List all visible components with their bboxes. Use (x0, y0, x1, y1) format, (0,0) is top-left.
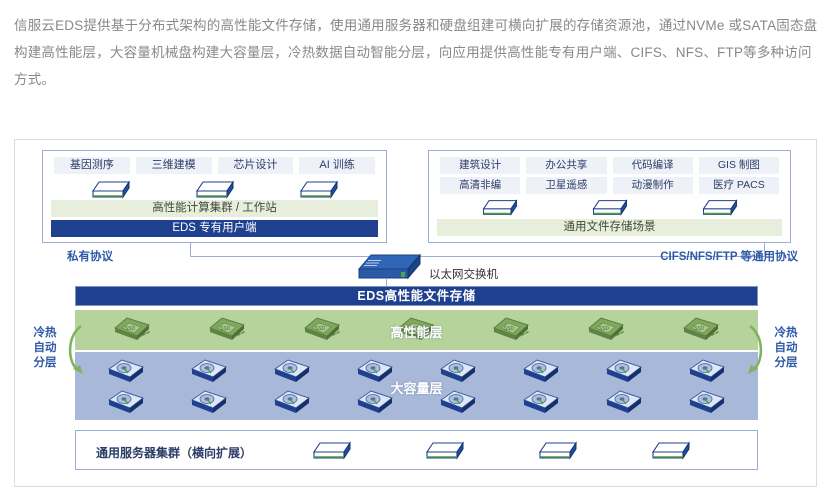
performance-tier-label: 高性能层 (390, 325, 443, 340)
eds-client-band: EDS 专有用户端 (51, 220, 378, 237)
capacity-tier-label: 大容量层 (390, 381, 443, 396)
scenario-tag[interactable]: 动漫制作 (612, 177, 693, 194)
server-icon (426, 441, 465, 460)
server-icon (702, 199, 737, 216)
scenario-tag[interactable]: 卫星遥感 (526, 177, 607, 194)
ethernet-switch-icon (357, 253, 422, 280)
tiering-line: 自动 (774, 342, 798, 354)
left-tag-row: 基因测序 三维建模 芯片设计 AI 训练 (43, 157, 386, 174)
cluster-server-row (276, 439, 727, 463)
server-icon (482, 199, 517, 216)
scenario-tag[interactable]: 三维建模 (135, 157, 212, 174)
scenario-tag[interactable]: 芯片设计 (217, 157, 294, 174)
server-icon (651, 441, 690, 460)
scenario-tag[interactable]: 办公共享 (526, 157, 607, 174)
tiering-line: 自动 (33, 342, 57, 354)
tiering-label-left: 冷热 自动 分层 (27, 326, 63, 371)
scenario-tag[interactable]: AI 训练 (299, 157, 375, 174)
scenario-tag[interactable]: 医疗 PACS (698, 177, 779, 194)
performance-tier-band: SSD SSD SSD SSD SSD SSD SSD 高性能层 (75, 310, 758, 350)
right-tag-row-1: 建筑设计 办公共享 代码编译 GIS 制图 (429, 157, 790, 174)
general-storage-band: 通用文件存储场景 (437, 219, 782, 236)
architecture-diagram: 基因测序 三维建模 芯片设计 AI 训练 高性能计算集群 / 工作站 EDS 专… (14, 139, 817, 487)
right-tag-row-2: 高清非编 卫星遥感 动漫制作 医疗 PACS (429, 177, 790, 194)
tiering-line: 分层 (33, 357, 57, 369)
tiering-line: 冷热 (33, 327, 57, 339)
tiering-line: 分层 (774, 357, 798, 369)
server-icon (91, 180, 130, 199)
scenario-tag[interactable]: GIS 制图 (698, 157, 779, 174)
left-connector-bracket (190, 243, 383, 257)
right-server-icon-row (429, 197, 790, 219)
scenario-tag[interactable]: 基因测序 (54, 157, 130, 174)
server-icon (299, 180, 338, 199)
scenario-tag[interactable]: 建筑设计 (440, 157, 521, 174)
server-icon (592, 199, 627, 216)
protocol-label-standard: CIFS/NFS/FTP 等通用协议 (660, 251, 798, 263)
hpc-cluster-band: 高性能计算集群 / 工作站 (51, 200, 378, 217)
server-icon (195, 180, 234, 199)
tiering-line: 冷热 (774, 327, 798, 339)
scenario-tag[interactable]: 高清非编 (440, 177, 521, 194)
server-cluster-label: 通用服务器集群（横向扩展） (96, 446, 253, 460)
server-icon (313, 441, 352, 460)
intro-paragraph: 信服云EDS提供基于分布式架构的高性能文件存储，使用通用服务器和硬盘组建可横向扩… (14, 18, 818, 87)
protocol-label-private: 私有协议 (67, 251, 113, 263)
tiering-label-right: 冷热 自动 分层 (768, 326, 804, 371)
scenario-tag[interactable]: 代码编译 (612, 157, 693, 174)
left-server-icon-row (43, 178, 386, 202)
left-scenario-panel: 基因测序 三维建模 芯片设计 AI 训练 高性能计算集群 / 工作站 EDS 专… (42, 150, 387, 243)
eds-storage-bar: EDS高性能文件存储 (75, 286, 758, 306)
right-scenario-panel: 建筑设计 办公共享 代码编译 GIS 制图 高清非编 卫星遥感 动漫制作 医疗 … (428, 150, 791, 243)
server-cluster-bar: 通用服务器集群（横向扩展） (75, 430, 758, 470)
switch-label: 以太网交换机 (429, 269, 498, 281)
capacity-tier-band: 大容量层 (75, 352, 758, 420)
server-icon (538, 441, 577, 460)
